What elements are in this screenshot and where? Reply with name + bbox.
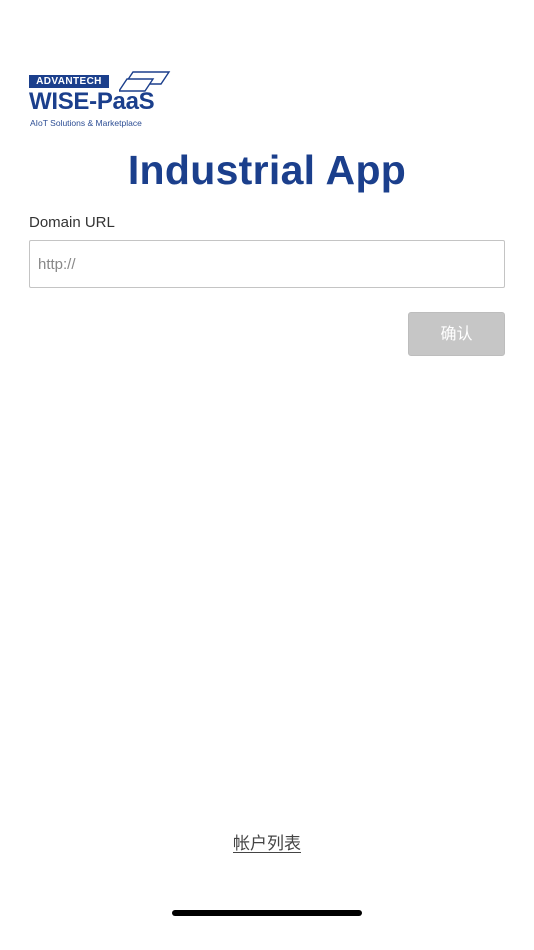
home-indicator[interactable] bbox=[172, 910, 362, 916]
account-list-link-container: 帐户列表 bbox=[0, 832, 534, 856]
domain-url-input[interactable] bbox=[29, 240, 505, 288]
wise-paas-logo: ADVANTECH WISE-PaaS AIoT Solutions & Mar… bbox=[29, 68, 174, 130]
logo-brand-wordmark: ADVANTECH bbox=[29, 75, 109, 88]
logo-tagline: AIoT Solutions & Marketplace bbox=[30, 118, 142, 128]
page-title: Industrial App bbox=[127, 147, 407, 193]
logo-product-name: WISE-PaaS bbox=[29, 88, 155, 115]
confirm-button[interactable]: 确认 bbox=[408, 312, 505, 356]
account-list-link[interactable]: 帐户列表 bbox=[233, 834, 301, 854]
domain-url-label: Domain URL bbox=[29, 214, 115, 231]
